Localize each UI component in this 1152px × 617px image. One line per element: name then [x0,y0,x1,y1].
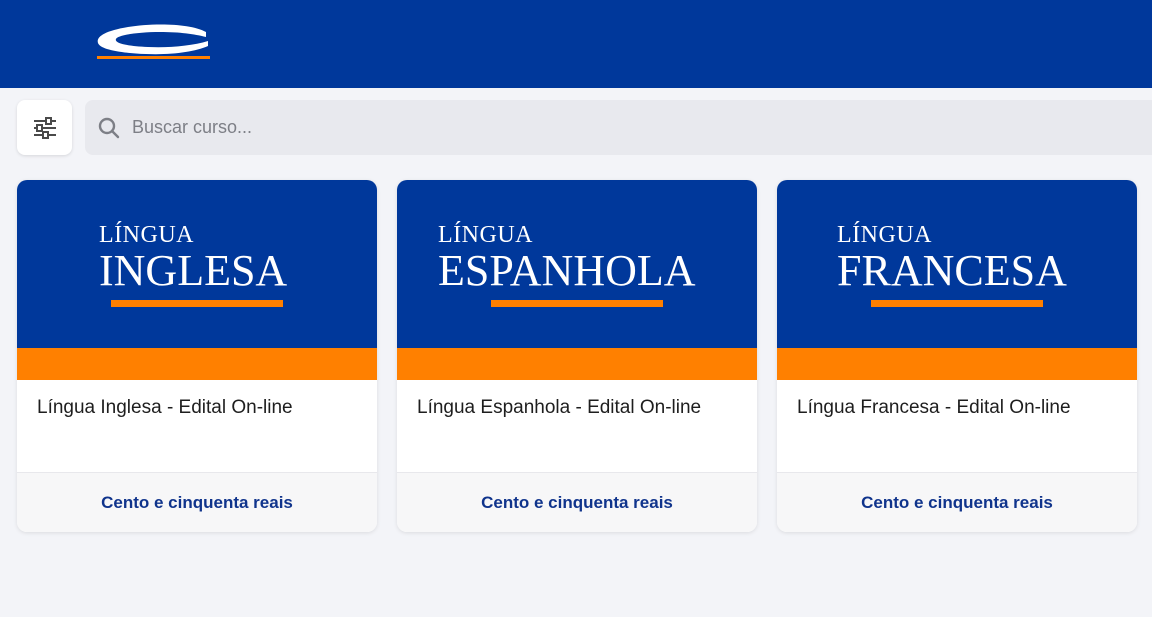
course-price: Cento e cinquenta reais [481,492,673,512]
course-price: Cento e cinquenta reais [861,492,1053,512]
banner-stripe [17,348,377,380]
course-title[interactable]: Língua Inglesa - Edital On-line [37,397,367,419]
search-bar [85,100,1152,155]
course-banner: LÍNGUA ESPANHOLA [397,180,757,348]
banner-underline [491,300,663,307]
course-price: Cento e cinquenta reais [101,492,293,512]
course-title[interactable]: Língua Francesa - Edital On-line [797,397,1127,419]
sliders-icon [33,116,56,139]
course-footer: Cento e cinquenta reais [17,472,377,532]
course-banner: LÍNGUA FRANCESA [777,180,1137,348]
course-banner: LÍNGUA INGLESA [17,180,377,348]
search-icon [98,117,120,139]
banner-title: INGLESA [99,246,288,295]
banner-title: ESPANHOLA [438,246,696,295]
course-footer: Cento e cinquenta reais [397,472,757,532]
top-header [0,0,1152,88]
banner-kicker: LÍNGUA [99,222,194,248]
search-input[interactable] [132,100,1132,155]
banner-kicker: LÍNGUA [438,222,533,248]
banner-stripe [397,348,757,380]
banner-title: FRANCESA [837,246,1067,295]
course-card[interactable]: LÍNGUA ESPANHOLA Língua Espanhola - Edit… [397,180,757,532]
course-card[interactable]: LÍNGUA FRANCESA Língua Francesa - Edital… [777,180,1137,532]
logo-icon[interactable] [94,20,214,62]
course-title[interactable]: Língua Espanhola - Edital On-line [417,397,747,419]
banner-underline [871,300,1043,307]
course-card[interactable]: LÍNGUA INGLESA Língua Inglesa - Edital O… [17,180,377,532]
banner-stripe [777,348,1137,380]
banner-kicker: LÍNGUA [837,222,932,248]
banner-underline [111,300,283,307]
filter-button[interactable] [17,100,72,155]
course-footer: Cento e cinquenta reais [777,472,1137,532]
